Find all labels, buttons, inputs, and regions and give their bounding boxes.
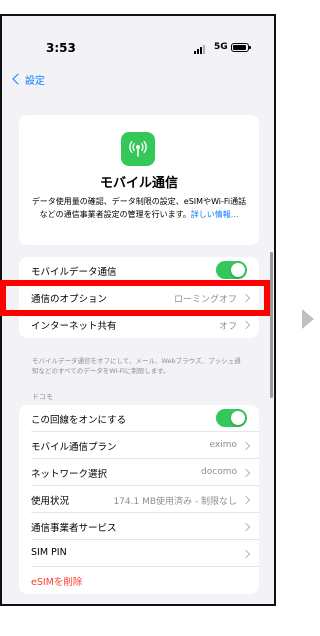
line-on-toggle[interactable]: [216, 409, 247, 427]
chevron-right-icon: [241, 522, 251, 532]
row-cellular-plan[interactable]: モバイル通信プラン eximo: [19, 432, 259, 459]
section-header-docomo: ドコモ: [32, 393, 53, 401]
next-step-arrow-icon: [302, 309, 314, 329]
row-carrier-services[interactable]: 通信事業者サービス: [19, 513, 259, 540]
row-delete-esim[interactable]: eSIMを削除: [19, 567, 259, 594]
cellular-data-toggle[interactable]: [216, 261, 247, 279]
row-label: この回線をオンにする: [31, 415, 127, 426]
status-time: 3:53: [46, 41, 76, 55]
signal-icon: [194, 44, 208, 54]
chevron-right-icon: [241, 495, 251, 505]
row-label: モバイル通信プラン: [31, 442, 117, 453]
row-line-on: この回線をオンにする: [19, 405, 259, 432]
back-label: 設定: [25, 75, 45, 87]
learn-more-link[interactable]: 詳しい情報...: [191, 210, 239, 219]
scrollbar[interactable]: [270, 252, 273, 398]
row-value: eximo: [209, 440, 237, 450]
carrier-settings-group: この回線をオンにする モバイル通信プラン eximo ネットワーク選択 doco…: [19, 405, 259, 594]
status-bar: 3:53 5G: [2, 16, 274, 56]
row-label: ネットワーク選択: [31, 469, 108, 480]
chevron-right-icon: [241, 441, 251, 451]
row-label: モバイルデータ通信: [31, 267, 117, 278]
row-value: docomo: [201, 467, 237, 477]
network-type: 5G: [214, 42, 228, 52]
row-label: インターネット共有: [31, 321, 117, 332]
row-label: SIM PIN: [31, 547, 67, 558]
highlight-box: [0, 280, 270, 316]
battery-icon: [231, 43, 251, 52]
row-value: オフ: [218, 322, 237, 332]
row-network-selection[interactable]: ネットワーク選択 docomo: [19, 459, 259, 486]
back-button[interactable]: 設定: [12, 71, 45, 87]
row-value: 174.1 MB使用済み - 制限なし: [113, 497, 237, 507]
chevron-right-icon: [241, 468, 251, 478]
row-sim-pin[interactable]: SIM PIN: [19, 540, 259, 567]
hero-card: モバイル通信 データ使用量の確認、データ制限の設定、eSIMやWi-Fi通話など…: [19, 115, 259, 245]
row-label: 通信事業者サービス: [31, 523, 117, 534]
hero-description: データ使用量の確認、データ制限の設定、eSIMやWi-Fi通話などの通信事業者設…: [29, 195, 249, 221]
cellular-antenna-icon: [121, 132, 155, 166]
chevron-left-icon: [12, 73, 24, 85]
row-label: 使用状況: [31, 496, 70, 507]
delete-esim-label: eSIMを削除: [31, 577, 83, 588]
chevron-right-icon: [241, 549, 251, 559]
chevron-right-icon: [241, 320, 251, 330]
row-usage[interactable]: 使用状況 174.1 MB使用済み - 制限なし: [19, 486, 259, 513]
section-footer: モバイルデータ通信をオフにして、メール、Webブラウズ、プッシュ通知などのすべて…: [32, 357, 241, 375]
page-title: モバイル通信: [99, 176, 178, 191]
